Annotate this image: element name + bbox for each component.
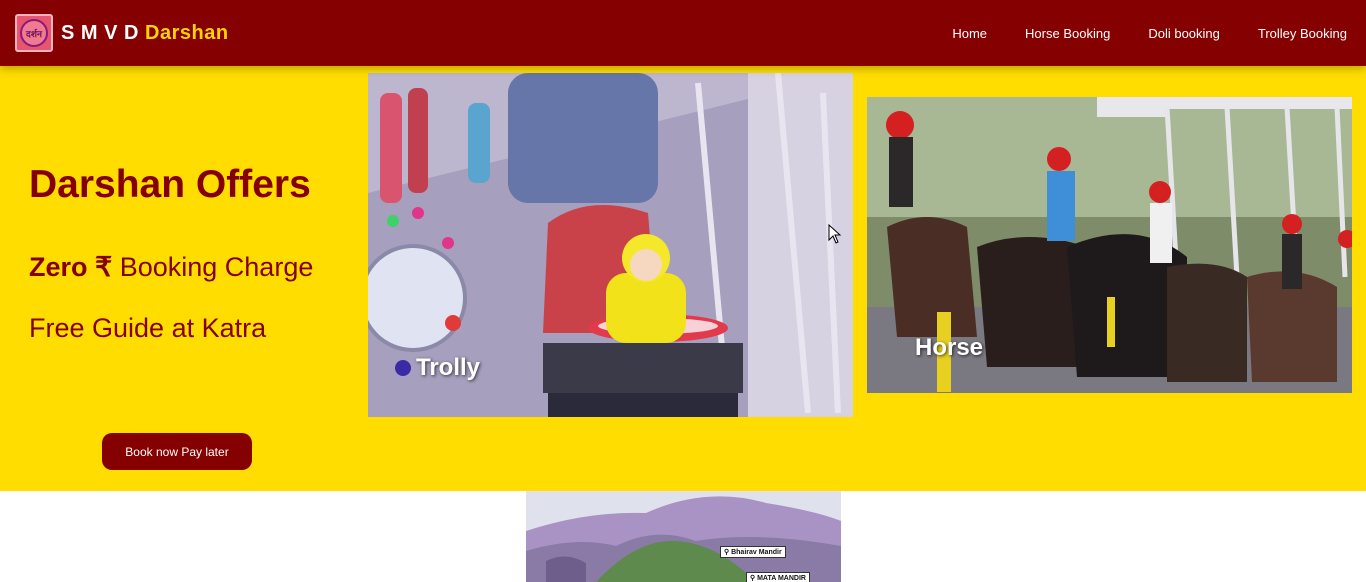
trolly-photo[interactable]: Trolly (368, 73, 853, 417)
offer-zero-booking-charge: Zero ₹ Booking Charge (29, 252, 313, 283)
nav-horse-booking[interactable]: Horse Booking (1006, 26, 1129, 41)
horse-caption: Horse (915, 334, 984, 361)
nav-trolley-booking[interactable]: Trolley Booking (1239, 26, 1366, 41)
mata-mandir-tag: ⚲ MATA MANDIR (746, 572, 810, 582)
nav-doli-booking[interactable]: Doli booking (1129, 26, 1239, 41)
bhairav-mandir-label: Bhairav Mandir (731, 549, 782, 556)
offer-free-guide: Free Guide at Katra (29, 313, 267, 343)
horse-photo[interactable]: Horse (867, 97, 1352, 393)
top-navbar: दर्शन S M V D Darshan Home Horse Booking… (0, 0, 1366, 66)
trolly-caption: Trolly (416, 354, 481, 381)
offer-booking-charge-label: Booking Charge (119, 252, 314, 282)
mata-mandir-label: MATA MANDIR (757, 575, 806, 582)
nav-home[interactable]: Home (933, 26, 1006, 41)
brand-name-prefix: S M V D (61, 21, 139, 44)
mountain-illustration (526, 491, 841, 582)
mountain-map-photo: ⚲ Bhairav Mandir ⚲ MATA MANDIR (526, 491, 841, 582)
map-pin-icon: ⚲ (750, 575, 756, 582)
brand-name: S M V D Darshan (61, 22, 229, 45)
logo-emblem: दर्शन (20, 19, 48, 47)
hero-section: Darshan Offers Zero ₹ Booking Charge Fre… (0, 66, 1366, 491)
map-section: ⚲ Bhairav Mandir ⚲ MATA MANDIR (0, 491, 1366, 582)
bhairav-mandir-tag: ⚲ Bhairav Mandir (720, 546, 786, 558)
book-now-pay-later-button[interactable]: Book now Pay later (102, 433, 252, 470)
offer-zero-label: Zero ₹ (29, 252, 113, 282)
offers-title: Darshan Offers (29, 163, 311, 206)
nav-links: Home Horse Booking Doli booking Trolley … (933, 0, 1366, 66)
brand-link[interactable]: दर्शन S M V D Darshan (15, 14, 229, 52)
darshan-logo-icon: दर्शन (15, 14, 53, 52)
brand-name-accent: Darshan (145, 21, 229, 44)
map-pin-icon: ⚲ (724, 549, 730, 556)
mouse-cursor-icon (828, 224, 842, 244)
